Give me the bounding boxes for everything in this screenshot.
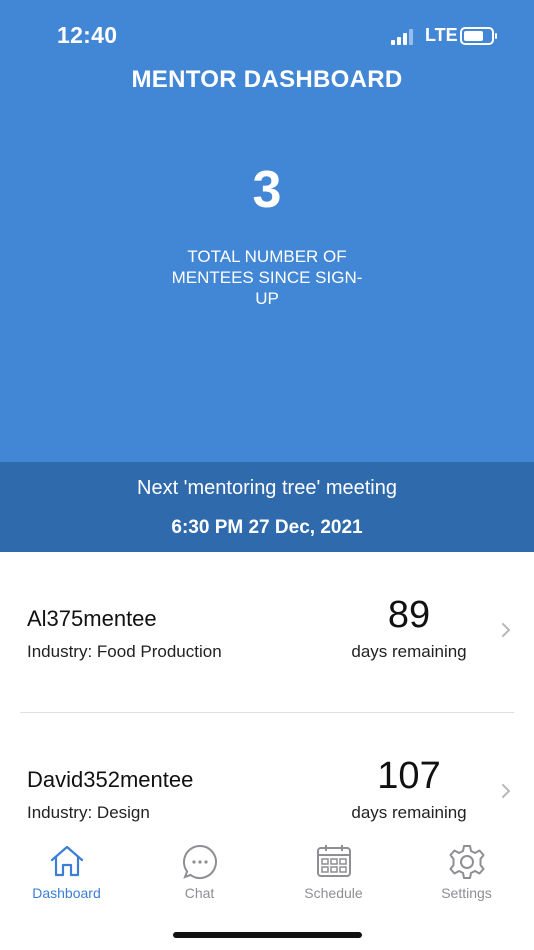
home-indicator (173, 932, 362, 938)
chat-icon (182, 844, 217, 879)
tab-settings[interactable]: Settings (400, 830, 533, 910)
tab-schedule[interactable]: Schedule (267, 830, 400, 910)
mentee-count: 3 (252, 161, 282, 219)
days-remaining-value: 107 (377, 755, 441, 797)
days-remaining-label: days remaining (351, 642, 467, 661)
page-title: MENTOR DASHBOARD (131, 66, 403, 93)
days-remaining-value: 89 (387, 594, 431, 636)
tab-dashboard[interactable]: Dashboard (0, 830, 133, 910)
mentee-name: Al375mentee (27, 606, 157, 631)
tab-label: Settings (441, 885, 492, 901)
status-bar: 12:40 LTE (0, 0, 534, 70)
meeting-time: 6:30 PM 27 Dec, 2021 (171, 517, 363, 538)
calendar-icon (317, 845, 351, 877)
status-time: 12:40 (57, 22, 118, 48)
row-divider (20, 712, 514, 713)
gear-icon (449, 845, 485, 879)
mentee-industry: Industry: Food Production (27, 642, 222, 661)
mentee-industry: Industry: Design (27, 803, 150, 822)
battery-icon (460, 27, 497, 45)
days-remaining-label: days remaining (351, 803, 467, 822)
network-type: LTE (425, 25, 458, 45)
dashboard-header: 12:40 LTE MENTOR DASHBOARD 3 TOTAL NUMBE… (0, 0, 534, 462)
mentee-row[interactable]: Al375mentee Industry: Food Production 89… (0, 594, 534, 726)
tab-chat[interactable]: Chat (133, 830, 266, 910)
mentee-name: David352mentee (27, 767, 194, 792)
chevron-right-icon (502, 623, 510, 637)
next-meeting-banner: Next 'mentoring tree' meeting 6:30 PM 27… (0, 462, 534, 552)
signal-icon (391, 29, 413, 45)
tab-label: Chat (184, 885, 215, 901)
home-icon (50, 845, 84, 877)
tab-label: Schedule (304, 885, 363, 901)
meeting-title: Next 'mentoring tree' meeting (137, 477, 397, 499)
tab-label: Dashboard (32, 885, 101, 901)
chevron-right-icon (502, 784, 510, 798)
mentee-count-label: TOTAL NUMBER OF MENTEES SINCE SIGN-UP (171, 247, 363, 308)
